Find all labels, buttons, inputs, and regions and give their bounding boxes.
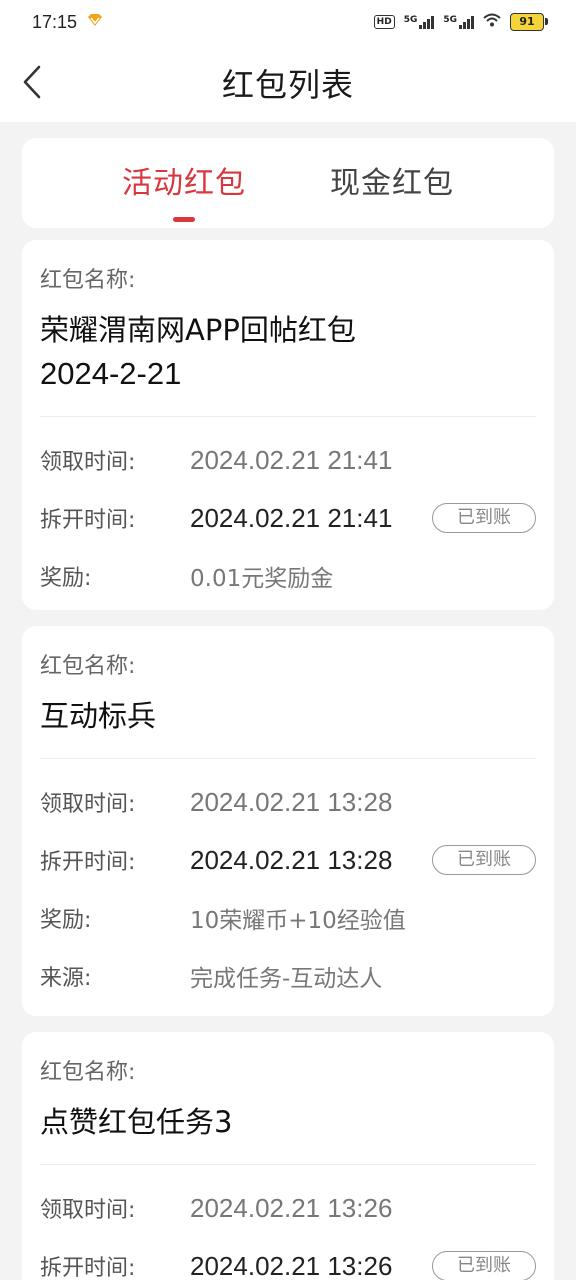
divider (40, 416, 536, 417)
redpacket-name-line: 点赞红包任务3 (40, 1105, 233, 1139)
receive-time-label: 领取时间: (40, 792, 136, 817)
battery-icon: 91 (510, 13, 548, 31)
redpacket-card[interactable]: 红包名称: 点赞红包任务3 领取时间: 2024.02.21 13:26 拆开时… (22, 1032, 554, 1280)
source-row: 来源: 完成任务-互动达人 (40, 947, 536, 1005)
status-icons: HD 5G 5G 91 (373, 13, 548, 31)
reward-value: 0.01元奖励金 (190, 566, 334, 592)
app-notification-icon (87, 13, 103, 31)
active-tab-indicator (173, 217, 195, 222)
reward-row: 奖励: 0.01元奖励金 (40, 547, 536, 605)
divider (40, 1164, 536, 1165)
network-label-2: 5G (443, 15, 457, 25)
hd-icon: HD (373, 15, 395, 29)
reward-label: 奖励: (40, 566, 92, 591)
redpacket-name: 点赞红包任务3 (40, 1100, 536, 1144)
signal-bars-icon (459, 15, 474, 29)
wifi-icon (483, 13, 501, 31)
tab-bar: 活动红包 现金红包 (22, 138, 554, 228)
reward-row: 奖励: 10荣耀币+10经验值 (40, 889, 536, 947)
redpacket-name-line: 2024-2-21 (40, 356, 182, 391)
status-badge: 已到账 (432, 1251, 536, 1280)
name-label: 红包名称: (40, 1060, 136, 1085)
header: 红包列表 (0, 44, 576, 122)
source-value: 完成任务-互动达人 (190, 966, 383, 992)
tab-cash-redpacket[interactable]: 现金红包 (330, 158, 454, 208)
receive-time-row: 领取时间: 2024.02.21 13:28 (40, 773, 536, 831)
tab-activity-redpacket[interactable]: 活动红包 (122, 158, 246, 222)
redpacket-card[interactable]: 红包名称: 荣耀渭南网APP回帖红包 2024-2-21 领取时间: 2024.… (22, 240, 554, 610)
name-label: 红包名称: (40, 654, 136, 679)
receive-time-label: 领取时间: (40, 450, 136, 475)
open-time-value: 2024.02.21 21:41 (190, 502, 393, 533)
receive-time-value: 2024.02.21 13:28 (190, 786, 393, 817)
reward-label: 奖励: (40, 908, 92, 933)
receive-time-value: 2024.02.21 21:41 (190, 444, 393, 475)
open-time-value: 2024.02.21 13:28 (190, 844, 393, 875)
receive-time-row: 领取时间: 2024.02.21 21:41 (40, 431, 536, 489)
signal-2: 5G (443, 15, 474, 29)
status-time: 17:15 (32, 11, 78, 32)
receive-time-row: 领取时间: 2024.02.21 13:26 (40, 1179, 536, 1237)
status-badge: 已到账 (432, 845, 536, 875)
open-time-label: 拆开时间: (40, 508, 136, 533)
page-title: 红包列表 (221, 66, 354, 104)
open-time-row: 拆开时间: 2024.02.21 13:26 已到账 (40, 1237, 536, 1280)
name-label: 红包名称: (40, 268, 136, 293)
receive-time-value: 2024.02.21 13:26 (190, 1192, 393, 1223)
open-time-label: 拆开时间: (40, 1256, 136, 1280)
redpacket-name: 荣耀渭南网APP回帖红包 2024-2-21 (40, 308, 536, 396)
reward-value: 10荣耀币+10经验值 (190, 908, 406, 934)
back-button[interactable] (10, 60, 54, 104)
source-label: 来源: (40, 966, 92, 991)
redpacket-name: 互动标兵 (40, 694, 536, 738)
network-label-1: 5G (403, 15, 418, 25)
tab-label: 活动红包 (122, 166, 246, 201)
divider (40, 758, 536, 759)
receive-time-label: 领取时间: (40, 1198, 136, 1223)
open-time-value: 2024.02.21 13:26 (190, 1250, 393, 1280)
redpacket-name-line: 荣耀渭南网APP回帖红包 (40, 313, 356, 347)
chevron-left-icon (23, 65, 41, 99)
open-time-row: 拆开时间: 2024.02.21 13:28 已到账 (40, 831, 536, 889)
status-badge: 已到账 (432, 503, 536, 533)
tab-label: 现金红包 (330, 166, 454, 201)
status-bar: 17:15 HD 5G 5G 91 (0, 0, 576, 44)
open-time-label: 拆开时间: (40, 850, 136, 875)
redpacket-card[interactable]: 红包名称: 互动标兵 领取时间: 2024.02.21 13:28 拆开时间: … (22, 626, 554, 1016)
open-time-row: 拆开时间: 2024.02.21 21:41 已到账 (40, 489, 536, 547)
redpacket-name-line: 互动标兵 (40, 699, 157, 733)
signal-1: 5G (404, 15, 435, 29)
signal-bars-icon (419, 15, 435, 29)
